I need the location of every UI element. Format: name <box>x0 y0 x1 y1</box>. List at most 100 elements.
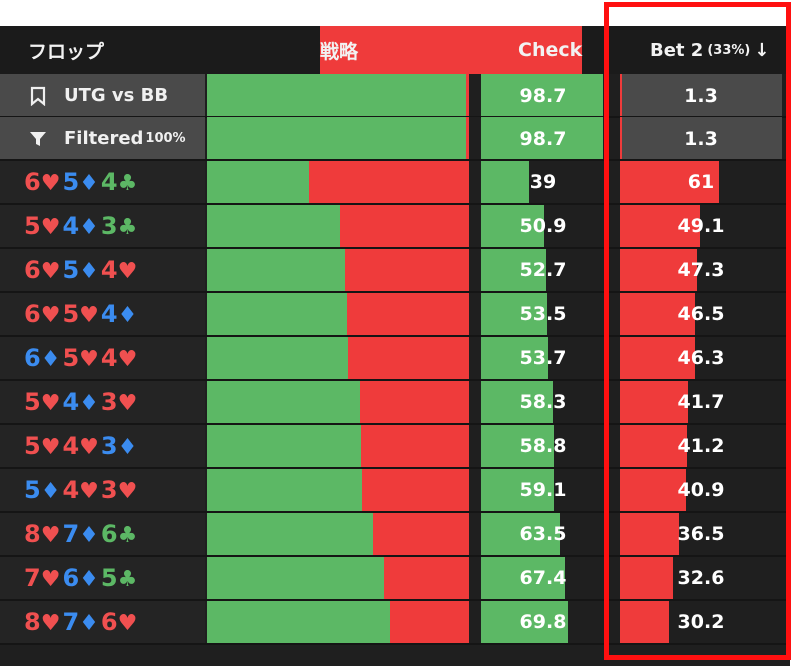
heart-suit-icon: ♥ <box>117 611 138 636</box>
check-freq-value: 53.7 <box>519 347 567 369</box>
card-rank: 7 <box>24 564 41 592</box>
diamond-suit-icon: ♦ <box>40 347 61 372</box>
sort-down-arrow-icon[interactable]: ↓ <box>754 40 769 61</box>
board-card: 6♣ <box>101 520 139 548</box>
board-card: 3♦ <box>101 432 139 460</box>
table-row[interactable]: 6♦ 5♥ 4♥ 53.7 46.3 <box>0 337 790 379</box>
flop-board: 5♥ 4♦ 3♣ <box>0 205 205 247</box>
check-freq-cell: 53.7 <box>481 337 605 379</box>
bet-column-header[interactable]: Bet 2 (33%) ↓ <box>650 26 769 74</box>
check-column-header[interactable]: Check <box>518 26 582 74</box>
check-freq-cell: 52.7 <box>481 249 605 291</box>
bet-freq-value: 49.1 <box>677 215 725 237</box>
board-card: 4♦ <box>62 212 100 240</box>
table-row[interactable]: 6♥ 5♥ 4♦ 53.5 46.5 <box>0 293 790 335</box>
flop-board: 6♥ 5♦ 4♣ <box>0 161 205 203</box>
heart-suit-icon: ♥ <box>117 391 138 416</box>
table-row[interactable]: 8♥ 7♦ 6♣ 63.5 36.5 <box>0 513 790 555</box>
card-rank: 3 <box>100 476 118 504</box>
check-freq-cell: 59.1 <box>481 469 605 511</box>
table-row[interactable]: 8♥ 7♦ 6♥ 69.8 30.2 <box>0 601 790 643</box>
check-freq-cell: 58.3 <box>481 381 605 423</box>
board-card: 5♥ <box>62 344 100 372</box>
board-card: 6♥ <box>24 256 62 284</box>
card-rank: 6 <box>24 256 41 284</box>
board-card: 5♦ <box>62 168 100 196</box>
summary-row[interactable]: Filtered 100% 98.7 1.3 <box>0 117 790 160</box>
card-rank: 3 <box>100 212 118 240</box>
bet-size-pct: (33%) <box>707 42 751 58</box>
filter-icon <box>28 129 48 149</box>
board-card: 6♥ <box>24 300 62 328</box>
board-card: 8♥ <box>24 608 62 636</box>
column-divider <box>469 205 480 247</box>
card-rank: 4 <box>62 388 80 416</box>
card-rank: 8 <box>24 520 41 548</box>
bet-freq-value: 41.2 <box>677 435 725 457</box>
card-rank: 5 <box>62 300 80 328</box>
strategy-bar <box>207 425 469 467</box>
board-card: 4♦ <box>101 300 139 328</box>
flop-board: 5♥ 4♥ 3♦ <box>0 425 205 467</box>
summary-row[interactable]: UTG vs BB 98.7 1.3 <box>0 74 790 117</box>
board-card: 4♥ <box>101 256 139 284</box>
card-rank: 5 <box>62 256 80 284</box>
table-row[interactable]: 6♥ 5♦ 4♣ 39 61 <box>0 161 790 203</box>
column-divider <box>469 513 480 555</box>
diamond-suit-icon: ♦ <box>79 215 99 240</box>
check-freq-value: 58.3 <box>519 391 567 413</box>
diamond-suit-icon: ♦ <box>79 259 99 284</box>
strategy-check-segment <box>207 293 348 335</box>
column-divider <box>469 249 480 291</box>
table-row[interactable]: 5♥ 4♥ 3♦ 58.8 41.2 <box>0 425 790 467</box>
table-row[interactable]: 5♥ 4♦ 3♥ 58.3 41.7 <box>0 381 790 423</box>
check-freq-value: 69.8 <box>519 611 567 633</box>
diamond-suit-icon: ♦ <box>40 479 61 504</box>
flop-board: 5♦ 4♥ 3♥ <box>0 469 205 511</box>
heart-suit-icon: ♥ <box>40 259 61 284</box>
heart-suit-icon: ♥ <box>79 435 99 460</box>
table-row[interactable]: 5♥ 4♦ 3♣ 50.9 49.1 <box>0 205 790 247</box>
flop-board: 6♥ 5♥ 4♦ <box>0 293 205 335</box>
heart-suit-icon: ♥ <box>79 303 99 328</box>
table-row[interactable]: 5♦ 4♥ 3♥ 59.1 40.9 <box>0 469 790 511</box>
card-rank: 4 <box>62 476 80 504</box>
column-divider <box>469 381 480 423</box>
column-divider <box>469 161 480 203</box>
card-rank: 5 <box>24 432 41 460</box>
flop-board: 6♦ 5♥ 4♥ <box>0 337 205 379</box>
summary-label: Filtered 100% <box>0 117 205 160</box>
table-row[interactable]: 6♥ 5♦ 4♥ 52.7 47.3 <box>0 249 790 291</box>
flop-column-header[interactable]: フロップ <box>28 26 104 74</box>
card-rank: 6 <box>24 300 41 328</box>
check-freq-cell: 58.8 <box>481 425 605 467</box>
diamond-suit-icon: ♦ <box>117 435 138 460</box>
club-suit-icon: ♣ <box>117 523 138 548</box>
heart-suit-icon: ♥ <box>40 435 61 460</box>
heart-suit-icon: ♥ <box>40 391 61 416</box>
bet-freq-value: 1.3 <box>684 84 718 107</box>
column-divider <box>469 74 480 117</box>
table-row[interactable]: 7♥ 6♦ 5♣ 67.4 32.6 <box>0 557 790 599</box>
flop-board: 6♥ 5♦ 4♥ <box>0 249 205 291</box>
check-freq-value: 39 <box>529 171 557 193</box>
strategy-table: フロップ 戦略 Check Bet 2 (33%) ↓ UTG vs BB 98.… <box>0 26 790 666</box>
board-card: 5♣ <box>101 564 139 592</box>
heart-suit-icon: ♥ <box>40 611 61 636</box>
heart-suit-icon: ♥ <box>40 303 61 328</box>
club-suit-icon: ♣ <box>117 215 138 240</box>
column-divider <box>469 425 480 467</box>
board-card: 7♦ <box>62 520 100 548</box>
strategy-check-segment <box>207 205 341 247</box>
board-card: 5♦ <box>24 476 62 504</box>
check-freq-value: 63.5 <box>519 523 567 545</box>
board-card: 4♥ <box>62 432 100 460</box>
bet-freq-cell: 41.7 <box>620 381 782 423</box>
bet-freq-value: 36.5 <box>677 523 725 545</box>
column-divider <box>469 601 480 643</box>
column-divider <box>469 469 480 511</box>
diamond-suit-icon: ♦ <box>79 611 99 636</box>
card-rank: 6 <box>100 520 118 548</box>
card-rank: 4 <box>62 212 80 240</box>
board-card: 5♥ <box>62 300 100 328</box>
